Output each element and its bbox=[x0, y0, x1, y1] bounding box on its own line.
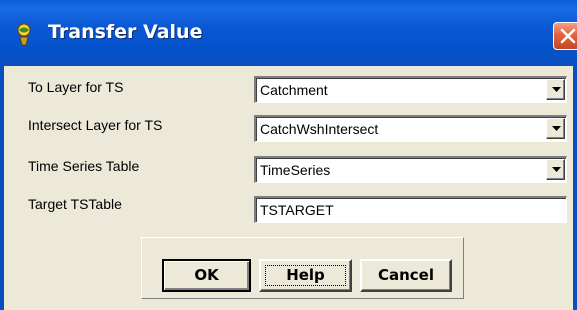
target-tstable-label: Target TSTable bbox=[28, 196, 122, 212]
window-frame-right bbox=[573, 66, 577, 310]
to-layer-label: To Layer for TS bbox=[28, 79, 124, 95]
time-series-table-value: TimeSeries bbox=[260, 162, 331, 178]
help-button-label: Help bbox=[286, 266, 325, 284]
window-frame-left bbox=[0, 66, 4, 310]
time-series-table-dropdown-button[interactable] bbox=[546, 159, 565, 180]
close-icon bbox=[560, 28, 576, 44]
to-layer-dropdown-button[interactable] bbox=[546, 79, 565, 100]
chevron-down-icon bbox=[552, 87, 561, 92]
close-button[interactable] bbox=[553, 22, 577, 50]
intersect-layer-dropdown-button[interactable] bbox=[546, 118, 565, 139]
chevron-down-icon bbox=[552, 167, 561, 172]
cancel-button[interactable]: Cancel bbox=[360, 259, 452, 292]
target-tstable-input[interactable] bbox=[254, 196, 567, 223]
title-bar[interactable]: Transfer Value bbox=[0, 0, 577, 66]
chevron-down-icon bbox=[552, 126, 561, 131]
globe-person-icon bbox=[14, 22, 34, 46]
help-button[interactable]: Help bbox=[259, 259, 352, 292]
intersect-layer-combo[interactable]: CatchWshIntersect bbox=[254, 115, 567, 142]
time-series-table-label: Time Series Table bbox=[28, 158, 140, 174]
time-series-table-combo[interactable]: TimeSeries bbox=[254, 156, 567, 183]
intersect-layer-value: CatchWshIntersect bbox=[260, 121, 379, 137]
intersect-layer-label: Intersect Layer for TS bbox=[28, 117, 163, 133]
ok-button[interactable]: OK bbox=[162, 259, 251, 292]
to-layer-value: Catchment bbox=[260, 82, 328, 98]
transfer-value-dialog: Transfer Value To Layer for TS Catchment… bbox=[0, 0, 577, 310]
window-title: Transfer Value bbox=[48, 21, 203, 43]
to-layer-combo[interactable]: Catchment bbox=[254, 76, 567, 103]
